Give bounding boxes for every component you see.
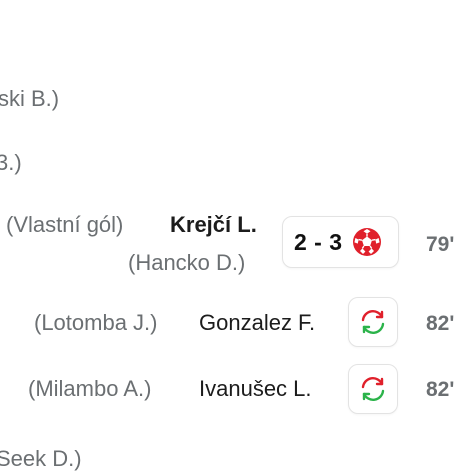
- sub-out-player[interactable]: (Milambo A.): [28, 378, 151, 400]
- score-value: 2 - 3: [294, 228, 343, 255]
- substitution-card[interactable]: [348, 364, 398, 414]
- substitution-icon: [358, 307, 388, 337]
- event-minute: 82': [426, 312, 455, 335]
- event-assist-text: 3.): [0, 150, 22, 175]
- goal-assist-name[interactable]: (Hancko D.): [128, 252, 245, 274]
- event-minute: 79': [426, 233, 455, 256]
- event-minute: 82': [426, 378, 455, 401]
- own-goal-label: (Vlastní gól): [6, 212, 124, 237]
- goal-scorer-name[interactable]: Krejčí L.: [170, 214, 257, 236]
- sub-in-player[interactable]: Gonzalez F.: [199, 312, 315, 334]
- soccer-ball-icon: [351, 226, 383, 258]
- substitution-card[interactable]: [348, 297, 398, 347]
- event-assist-text: Seek D.): [0, 446, 82, 471]
- event-assist-text: ski B.): [0, 86, 60, 111]
- sub-out-player[interactable]: (Lotomba J.): [34, 312, 158, 334]
- sub-in-player[interactable]: Ivanušec L.: [199, 378, 312, 400]
- score-goal-card[interactable]: 2 - 3: [282, 216, 399, 268]
- substitution-icon: [358, 374, 388, 404]
